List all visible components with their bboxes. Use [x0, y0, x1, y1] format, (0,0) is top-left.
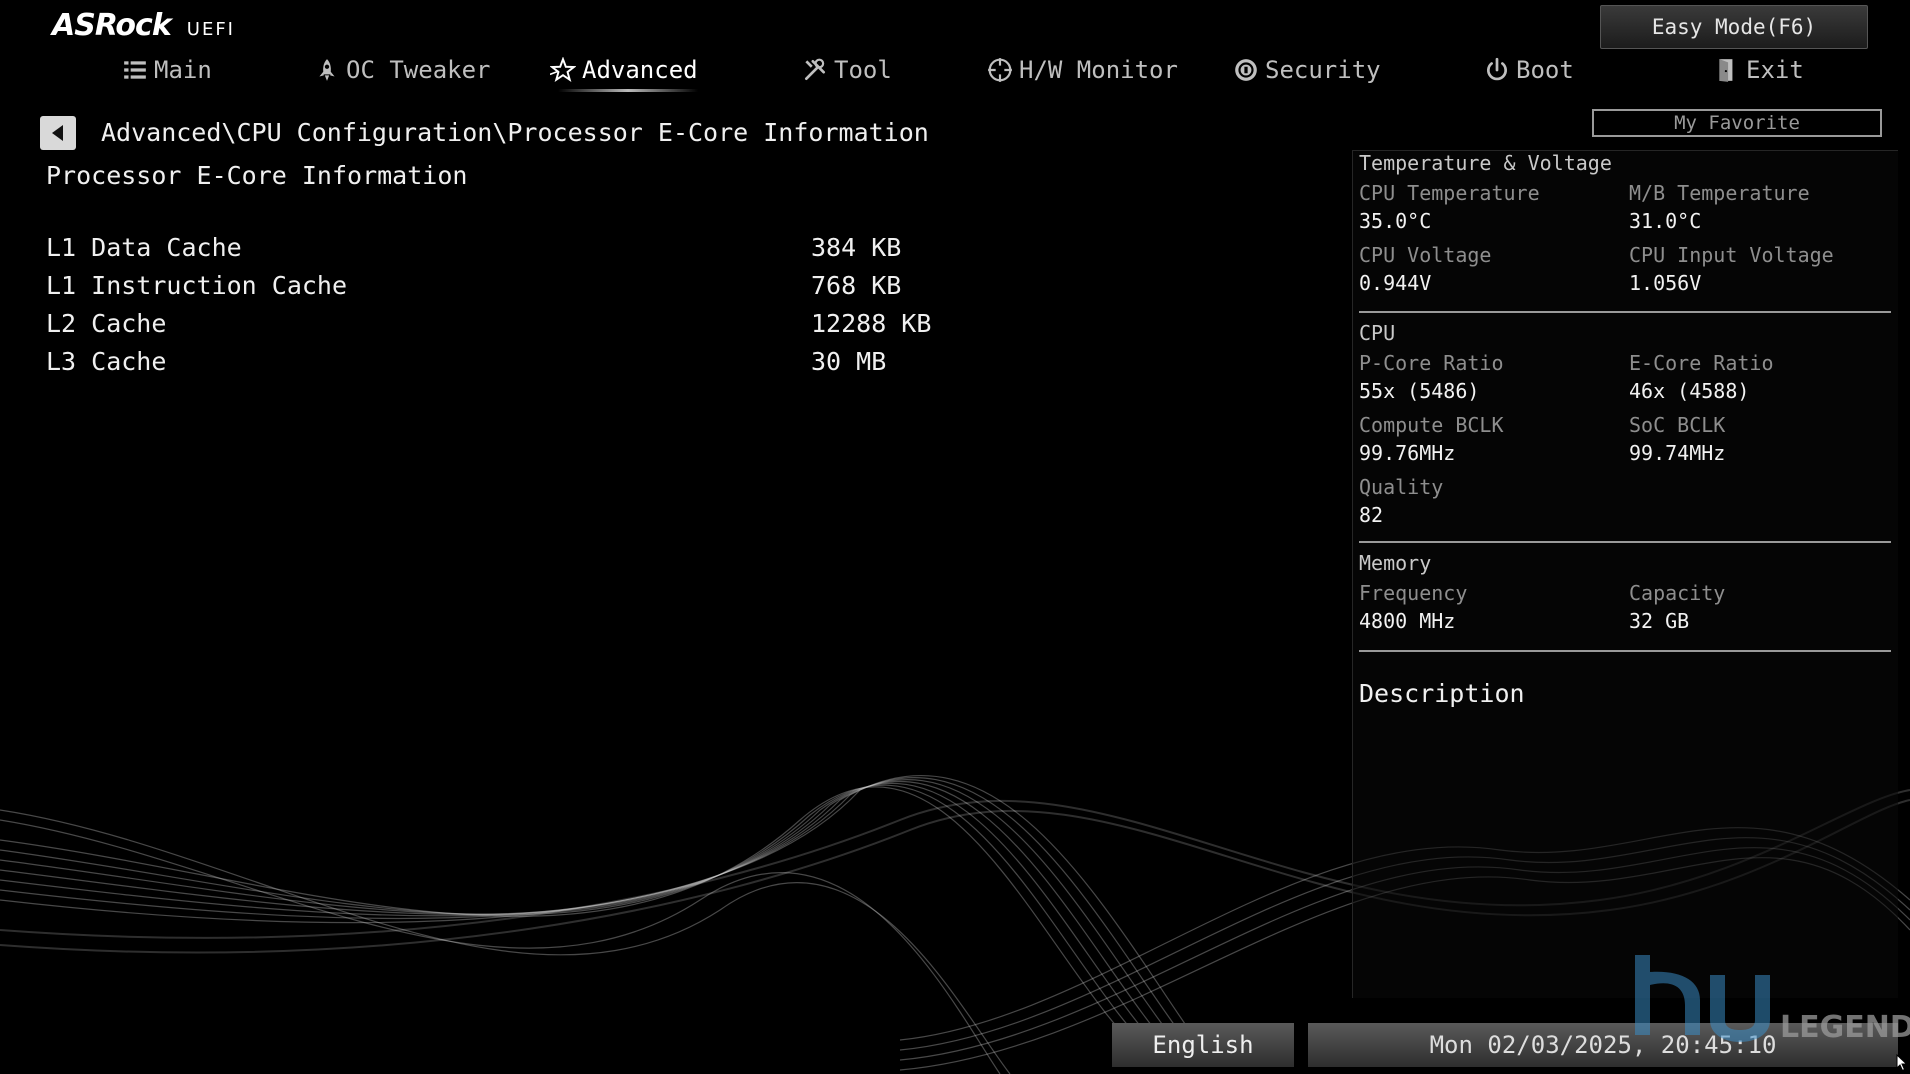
logo-uefi: UEFI	[186, 19, 235, 40]
stat-value: 35.0°C	[1359, 209, 1432, 233]
shield-icon	[1235, 59, 1257, 81]
section-title: Memory	[1359, 551, 1432, 575]
item-value: 768 KB	[811, 271, 902, 300]
mouse-cursor-icon	[1896, 1054, 1908, 1072]
stat-value: 1.056V	[1629, 271, 1702, 295]
memory-section: Memory Frequency 4800 MHz Capacity 32 GB	[1359, 551, 1891, 633]
item-value: 12288 KB	[811, 309, 932, 338]
my-favorite-button[interactable]: My Favorite	[1592, 109, 1882, 137]
list-item[interactable]: L3 Cache 30 MB	[46, 347, 946, 385]
stat-value: 32 GB	[1629, 609, 1690, 633]
cpu-quality: Quality 82	[1359, 475, 1619, 527]
tab-label: Advanced	[582, 56, 698, 84]
tab-security[interactable]: Security	[1233, 56, 1381, 84]
back-button[interactable]	[40, 116, 76, 150]
stat-value: 46x (4588)	[1629, 379, 1750, 403]
cpu-voltage: CPU Voltage 0.944V	[1359, 243, 1619, 295]
exit-door-icon	[1719, 59, 1733, 82]
mb-temperature: M/B Temperature 31.0°C	[1629, 181, 1889, 233]
item-label: L1 Instruction Cache	[46, 271, 348, 300]
active-tab-indicator	[558, 89, 698, 92]
stat-label: Quality	[1359, 475, 1444, 499]
cpu-section: CPU P-Core Ratio 55x (5486) E-Core Ratio…	[1359, 321, 1891, 527]
p-core-ratio: P-Core Ratio 55x (5486)	[1359, 351, 1619, 403]
cpu-input-voltage: CPU Input Voltage 1.056V	[1629, 243, 1889, 295]
tab-label: Main	[154, 56, 212, 84]
tab-advanced[interactable]: Advanced	[550, 56, 698, 92]
tab-label: Tool	[834, 56, 892, 84]
tab-label: OC Tweaker	[346, 56, 491, 84]
temperature-voltage-section: Temperature & Voltage CPU Temperature 35…	[1359, 151, 1891, 295]
cpu-temperature: CPU Temperature 35.0°C	[1359, 181, 1619, 233]
language-button[interactable]: English	[1112, 1023, 1294, 1067]
stat-label: Frequency	[1359, 581, 1468, 605]
main-nav: Main OC Tweaker Advanced Tool H/W Monito…	[0, 56, 1910, 96]
tab-label: Security	[1265, 56, 1381, 84]
tab-label: H/W Monitor	[1019, 56, 1178, 84]
wrench-icon	[804, 58, 826, 81]
rocket-icon	[319, 59, 335, 81]
divider	[1359, 541, 1891, 543]
stat-value: 55x (5486)	[1359, 379, 1480, 403]
hardware-status-panel: Temperature & Voltage CPU Temperature 35…	[1352, 150, 1898, 998]
stat-value: 0.944V	[1359, 271, 1432, 295]
tab-label: Boot	[1516, 56, 1574, 84]
stat-label: E-Core Ratio	[1629, 351, 1774, 375]
asrock-logo: ASRock UEFI	[52, 8, 235, 43]
tab-hw-monitor[interactable]: H/W Monitor	[987, 56, 1178, 84]
legend-watermark-logo: LEGEND	[1635, 955, 1910, 1045]
section-title: Temperature & Voltage	[1359, 151, 1612, 175]
stat-label: CPU Temperature	[1359, 181, 1540, 205]
stat-value: 99.74MHz	[1629, 441, 1726, 465]
stat-value: 31.0°C	[1629, 209, 1702, 233]
tab-main[interactable]: Main	[122, 56, 212, 84]
list-icon	[124, 61, 146, 79]
e-core-ratio: E-Core Ratio 46x (4588)	[1629, 351, 1889, 403]
stat-label: M/B Temperature	[1629, 181, 1810, 205]
item-value: 30 MB	[811, 347, 887, 376]
memory-capacity: Capacity 32 GB	[1629, 581, 1889, 633]
power-icon	[1487, 57, 1507, 81]
tab-label: Exit	[1746, 56, 1804, 84]
item-label: L2 Cache	[46, 309, 167, 338]
stat-value: 4800 MHz	[1359, 609, 1456, 633]
tab-oc-tweaker[interactable]: OC Tweaker	[314, 56, 491, 84]
list-item[interactable]: L2 Cache 12288 KB	[46, 309, 946, 347]
logo-brand: ASRock	[52, 8, 172, 43]
stat-value: 82	[1359, 503, 1384, 527]
item-label: L1 Data Cache	[46, 233, 242, 262]
section-title: CPU	[1359, 321, 1396, 345]
item-label: L3 Cache	[46, 347, 167, 376]
info-list: L1 Data Cache 384 KB L1 Instruction Cach…	[46, 233, 946, 385]
watermark-text: LEGEND	[1780, 1010, 1910, 1045]
tab-boot[interactable]: Boot	[1484, 56, 1574, 84]
star-icon	[550, 57, 576, 83]
description-title: Description	[1359, 679, 1525, 708]
divider	[1359, 650, 1891, 652]
crosshair-icon	[988, 58, 1012, 82]
list-item[interactable]: L1 Data Cache 384 KB	[46, 233, 946, 271]
breadcrumb: Advanced\CPU Configuration\Processor E-C…	[101, 118, 929, 147]
divider	[1359, 311, 1891, 313]
stat-label: P-Core Ratio	[1359, 351, 1504, 375]
tab-tool[interactable]: Tool	[802, 56, 892, 84]
item-value: 384 KB	[811, 233, 902, 262]
stat-label: Compute BCLK	[1359, 413, 1504, 437]
page-title: Processor E-Core Information	[46, 161, 468, 190]
stat-label: CPU Input Voltage	[1629, 243, 1834, 267]
stat-label: Capacity	[1629, 581, 1726, 605]
tab-exit[interactable]: Exit	[1714, 56, 1804, 84]
list-item[interactable]: L1 Instruction Cache 768 KB	[46, 271, 946, 309]
soc-bclk: SoC BCLK 99.74MHz	[1629, 413, 1889, 465]
easy-mode-button[interactable]: Easy Mode(F6)	[1600, 5, 1868, 49]
arrow-left-icon	[52, 125, 63, 141]
memory-frequency: Frequency 4800 MHz	[1359, 581, 1619, 633]
stat-value: 99.76MHz	[1359, 441, 1456, 465]
compute-bclk: Compute BCLK 99.76MHz	[1359, 413, 1619, 465]
stat-label: CPU Voltage	[1359, 243, 1492, 267]
stat-label: SoC BCLK	[1629, 413, 1726, 437]
